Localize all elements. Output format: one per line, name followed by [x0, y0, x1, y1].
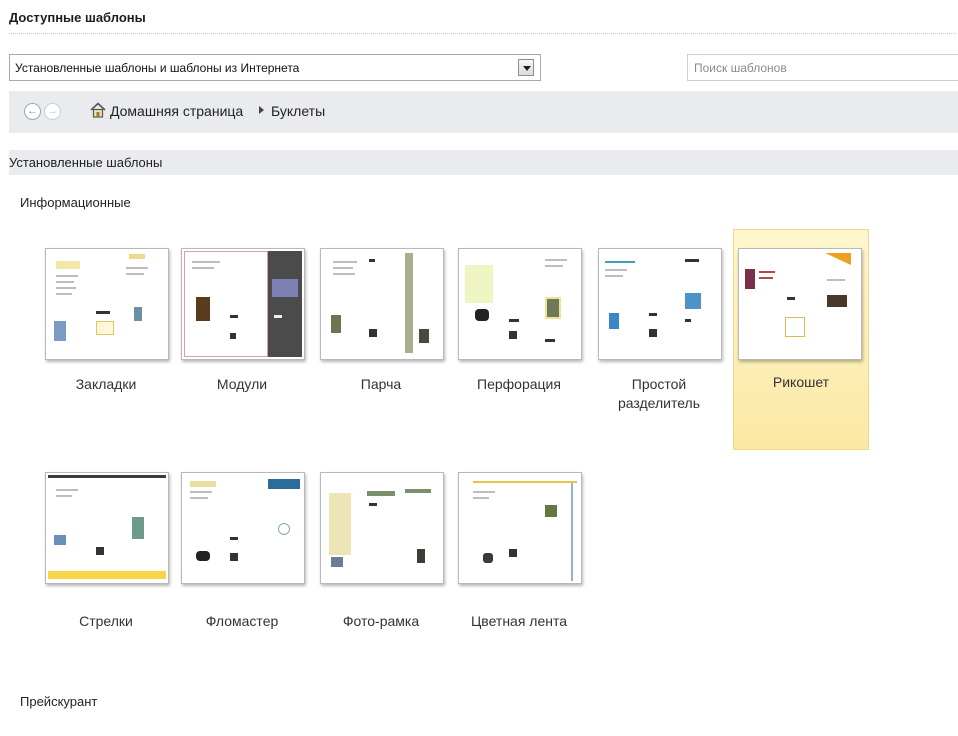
- template-thumbnail: [320, 248, 444, 360]
- category-heading-price-list: Прейскурант: [20, 694, 98, 709]
- breadcrumb-bar: ← → Домашняя страница Буклеты: [9, 91, 958, 133]
- template-thumbnail: [45, 472, 169, 584]
- template-label: Перфорация: [477, 376, 561, 392]
- arrow-right-icon[interactable]: →: [44, 103, 61, 120]
- template-label: Стрелки: [79, 613, 133, 629]
- template-tile[interactable]: Стрелки: [38, 472, 174, 642]
- template-tile[interactable]: Закладки: [38, 230, 174, 450]
- search-templates-input[interactable]: Поиск шаблонов: [687, 54, 958, 81]
- template-tile-selected[interactable]: Рикошет: [733, 229, 869, 450]
- template-thumbnail: [458, 248, 582, 360]
- template-tile[interactable]: Перфорация: [451, 230, 587, 450]
- template-thumbnail: [458, 472, 582, 584]
- template-thumbnail: [738, 248, 862, 360]
- breadcrumb-separator-icon: [259, 106, 264, 114]
- template-label: Рикошет: [772, 374, 830, 390]
- arrow-left-icon[interactable]: ←: [24, 103, 41, 120]
- breadcrumb-current: Буклеты: [271, 103, 326, 119]
- template-source-dropdown[interactable]: Установленные шаблоны и шаблоны из Интер…: [9, 54, 541, 81]
- template-tile[interactable]: Модули: [174, 230, 310, 450]
- title-divider: [9, 33, 956, 34]
- section-title: Установленные шаблоны: [9, 155, 163, 170]
- chevron-down-icon[interactable]: [518, 59, 534, 76]
- breadcrumb-home-link[interactable]: Домашняя страница: [110, 103, 243, 119]
- template-label: Модули: [216, 376, 268, 392]
- template-label: Цветная лента: [470, 613, 568, 629]
- template-thumbnail: [181, 472, 305, 584]
- template-tile[interactable]: Простой разделитель: [591, 230, 727, 450]
- template-tile[interactable]: Фломастер: [174, 472, 310, 642]
- dropdown-value: Установленные шаблоны и шаблоны из Интер…: [15, 61, 300, 75]
- template-tile[interactable]: Парча: [313, 230, 449, 450]
- section-header: Установленные шаблоны: [9, 150, 958, 175]
- template-tile[interactable]: Цветная лента: [451, 472, 587, 642]
- template-thumbnail: [598, 248, 722, 360]
- template-tile[interactable]: Фото-рамка: [313, 472, 449, 642]
- template-thumbnail: [320, 472, 444, 584]
- panel-title: Доступные шаблоны: [9, 10, 146, 25]
- template-thumbnail: [181, 248, 305, 360]
- template-label: Закладки: [75, 376, 137, 392]
- home-icon[interactable]: [90, 102, 106, 118]
- category-heading-informational: Информационные: [20, 195, 131, 210]
- template-label: Парча: [360, 376, 402, 392]
- search-placeholder: Поиск шаблонов: [694, 61, 787, 75]
- template-label: Фото-рамка: [342, 613, 420, 629]
- template-thumbnail: [45, 248, 169, 360]
- template-label: Простой разделитель: [617, 376, 701, 411]
- template-label: Фломастер: [205, 613, 279, 629]
